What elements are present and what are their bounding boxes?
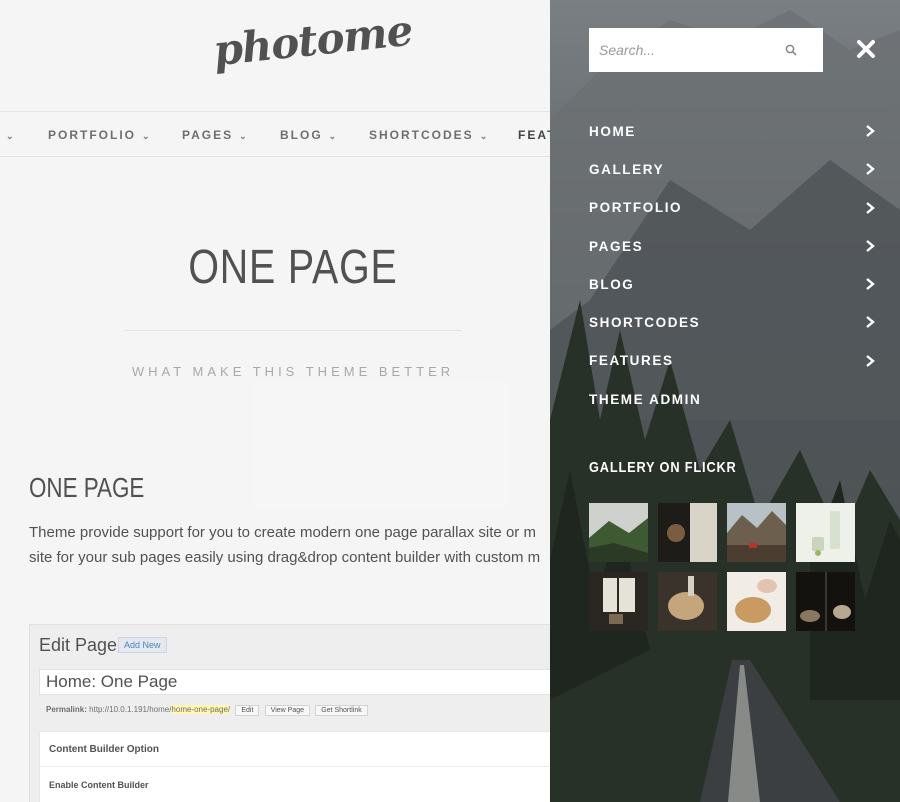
menu-item-pages[interactable]: PAGES: [589, 227, 875, 265]
menu-item-shortcodes[interactable]: SHORTCODES: [589, 303, 875, 341]
chevron-right-icon[interactable]: [865, 163, 875, 176]
menu-item-label: THEME ADMIN: [589, 391, 702, 407]
chevron-right-icon[interactable]: [865, 239, 875, 252]
search-input[interactable]: [589, 28, 789, 72]
menu-item-theme-admin[interactable]: THEME ADMIN: [589, 380, 875, 418]
menu-item-label: HOME: [589, 123, 636, 139]
flickr-thumbnail[interactable]: [796, 572, 855, 631]
side-menu-panel: HOME GALLERY PORTFOLIO PAGES BLOG SHORTC…: [550, 0, 900, 802]
menu-item-label: BLOG: [589, 276, 635, 292]
menu-item-home[interactable]: HOME: [589, 112, 875, 150]
close-icon[interactable]: [856, 39, 876, 59]
search-box: [589, 28, 823, 72]
chevron-right-icon[interactable]: [865, 278, 875, 291]
menu-item-label: PORTFOLIO: [589, 200, 683, 216]
flickr-gallery-heading: GALLERY ON FLICKR: [589, 459, 737, 476]
menu-item-blog[interactable]: BLOG: [589, 265, 875, 303]
chevron-right-icon[interactable]: [865, 201, 875, 214]
flickr-thumbnail[interactable]: [796, 503, 855, 562]
menu-item-label: SHORTCODES: [589, 315, 701, 331]
flickr-thumbnail[interactable]: [589, 503, 648, 562]
flickr-thumbnail[interactable]: [658, 503, 717, 562]
flickr-thumbnail[interactable]: [589, 572, 648, 631]
menu-item-portfolio[interactable]: PORTFOLIO: [589, 189, 875, 227]
flickr-thumbnail[interactable]: [727, 572, 786, 631]
flickr-thumbnail[interactable]: [727, 503, 786, 562]
menu-item-features[interactable]: FEATURES: [589, 342, 875, 380]
menu-item-label: GALLERY: [589, 161, 665, 177]
menu-item-label: PAGES: [589, 238, 644, 254]
flickr-thumbnail[interactable]: [658, 572, 717, 631]
chevron-right-icon[interactable]: [865, 125, 875, 137]
search-icon[interactable]: [785, 44, 797, 56]
side-menu: HOME GALLERY PORTFOLIO PAGES BLOG SHORTC…: [589, 112, 875, 418]
chevron-right-icon[interactable]: [865, 316, 875, 329]
menu-item-gallery[interactable]: GALLERY: [589, 150, 875, 188]
menu-item-label: FEATURES: [589, 353, 674, 369]
chevron-right-icon[interactable]: [865, 354, 875, 367]
